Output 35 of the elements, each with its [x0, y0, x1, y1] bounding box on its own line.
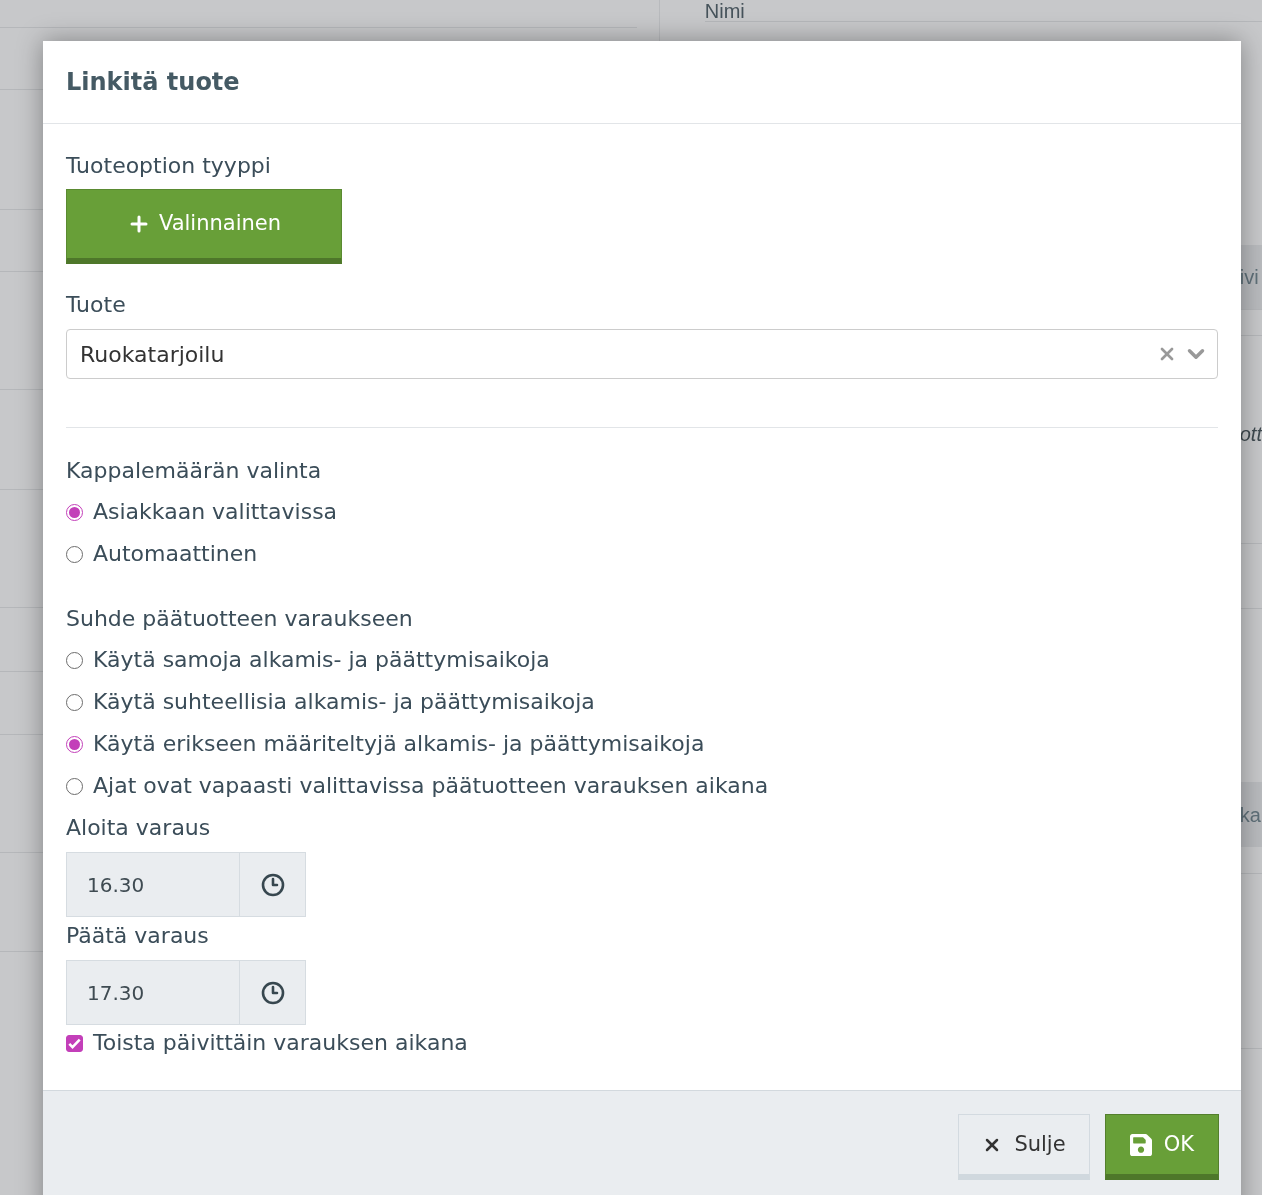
checkbox-label[interactable]: Toista päivittäin varauksen aikana: [93, 1028, 468, 1058]
radio-label[interactable]: Käytä suhteellisia alkamis- ja päättymisaikoja: [93, 687, 595, 717]
field-label: Päätä varaus: [66, 922, 209, 950]
clock-icon: [260, 872, 285, 897]
checkmark-icon: [68, 1036, 81, 1050]
save-icon: [1129, 1133, 1152, 1156]
close-button[interactable]: Sulje: [958, 1114, 1090, 1180]
time-input[interactable]: 16.30: [66, 852, 239, 917]
radio-button[interactable]: [66, 777, 83, 795]
field-label: Tuote: [66, 291, 126, 319]
radio-label[interactable]: Käytä samoja alkamis- ja päättymisaikoja: [93, 645, 550, 675]
radio-label[interactable]: Asiakkaan valittavissa: [93, 497, 338, 527]
radio-label[interactable]: Ajat ovat vapaasti valittavissa päätuotteen varauksen aikana: [93, 771, 769, 801]
dialog-title: Linkitä tuote: [66, 67, 240, 98]
column-header: Nimi: [704, 1, 745, 21]
radio-label[interactable]: Käytä erikseen määriteltyjä alkamis- ja päättymisaikoja: [93, 729, 705, 759]
radio-button[interactable]: [66, 735, 83, 753]
radio-button[interactable]: [66, 503, 83, 521]
product-select[interactable]: Ruokatarjoilu: [66, 329, 1218, 379]
radio-button[interactable]: [66, 651, 83, 669]
field-label: Tuoteoption tyyppi: [66, 152, 271, 180]
field-label: Kappalemäärän valinta: [66, 457, 322, 485]
cell-text: ivi: [1239, 265, 1259, 289]
clock-button[interactable]: [239, 852, 306, 917]
radio-button[interactable]: [66, 545, 83, 563]
time-input[interactable]: 17.30: [66, 960, 239, 1025]
clock-icon: [260, 980, 285, 1005]
radio-button[interactable]: [66, 693, 83, 711]
cell-text: ka: [1239, 802, 1261, 827]
field-label: Aloita varaus: [66, 814, 211, 842]
cell-text: ott: [1239, 422, 1262, 446]
field-label: Suhde päätuotteen varaukseen: [66, 605, 413, 633]
checkbox[interactable]: [66, 1034, 83, 1052]
radio-label[interactable]: Automaattinen: [93, 539, 258, 569]
clock-button[interactable]: [239, 960, 306, 1025]
